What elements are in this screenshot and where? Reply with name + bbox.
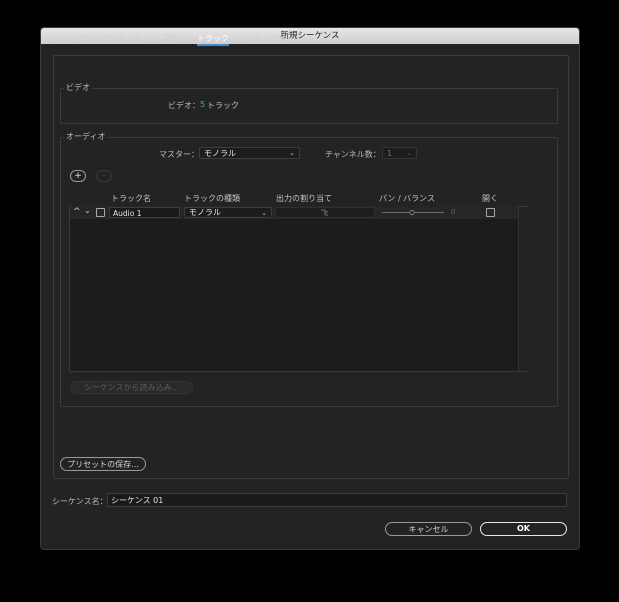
chevron-down-icon: ⌄ — [261, 209, 267, 217]
tab-settings[interactable]: 設定 — [162, 33, 178, 44]
master-select[interactable]: モノラル ⌄ — [199, 147, 300, 159]
column-header-output-assignment: 出力の割り当て — [276, 194, 332, 203]
column-header-track-name: トラック名 — [111, 194, 151, 203]
channels-select-value: 1 — [387, 149, 393, 158]
column-header-open: 開く — [482, 194, 498, 203]
track-type-value: モノラル — [189, 208, 221, 217]
open-track-checkbox[interactable] — [486, 208, 495, 217]
move-up-icon[interactable]: ^ — [73, 207, 81, 217]
pan-value: 0 — [451, 208, 456, 216]
track-select-checkbox[interactable] — [96, 208, 105, 217]
pan-slider-track — [382, 209, 444, 216]
sequence-name-label: シーケンス名： — [52, 497, 108, 506]
video-group — [60, 88, 558, 124]
video-legend: ビデオ — [64, 82, 92, 93]
cancel-button[interactable]: キャンセル — [385, 522, 472, 536]
active-tab-indicator — [197, 44, 229, 46]
tab-tracks[interactable]: トラック — [197, 33, 229, 44]
tab-vr-video[interactable]: VR ビデオ — [249, 33, 287, 44]
tab-sequence-presets[interactable]: シーケンスプリセット — [62, 33, 142, 44]
channels-select: 1 ⌄ — [382, 147, 417, 159]
add-track-button[interactable]: + — [70, 170, 86, 182]
track-type-select[interactable]: モノラル ⌄ — [184, 207, 272, 218]
video-tracks-label: ビデオ： — [168, 101, 200, 110]
video-tracks-count[interactable]: 5 — [200, 100, 205, 109]
output-routing-icon — [321, 209, 328, 216]
column-header-track-type: トラックの種類 — [184, 194, 240, 203]
track-table — [69, 206, 528, 372]
channels-label: チャンネル数： — [325, 150, 381, 159]
audio-legend: オーディオ — [64, 131, 108, 142]
pan-balance-slider[interactable] — [379, 207, 476, 218]
sequence-name-field[interactable]: シーケンス 01 — [107, 493, 567, 507]
master-label: マスター： — [159, 150, 199, 159]
track-name-field[interactable]: Audio 1 — [109, 207, 180, 218]
move-down-icon[interactable]: ⌄ — [84, 206, 91, 215]
chevron-down-icon: ⌄ — [406, 149, 412, 157]
save-preset-button[interactable]: プリセットの保存... — [60, 457, 146, 471]
column-header-pan-balance: パン / バランス — [379, 194, 436, 203]
import-from-sequence-button: シーケンスから読み込み... — [70, 381, 193, 394]
master-select-value: モノラル — [204, 149, 236, 158]
video-tracks-unit: トラック — [207, 101, 239, 110]
chevron-down-icon: ⌄ — [289, 149, 295, 157]
ok-button[interactable]: OK — [480, 522, 567, 536]
remove-track-button: - — [96, 170, 112, 182]
track-table-scrollbar[interactable] — [518, 207, 528, 371]
output-assignment-field[interactable] — [275, 207, 375, 218]
